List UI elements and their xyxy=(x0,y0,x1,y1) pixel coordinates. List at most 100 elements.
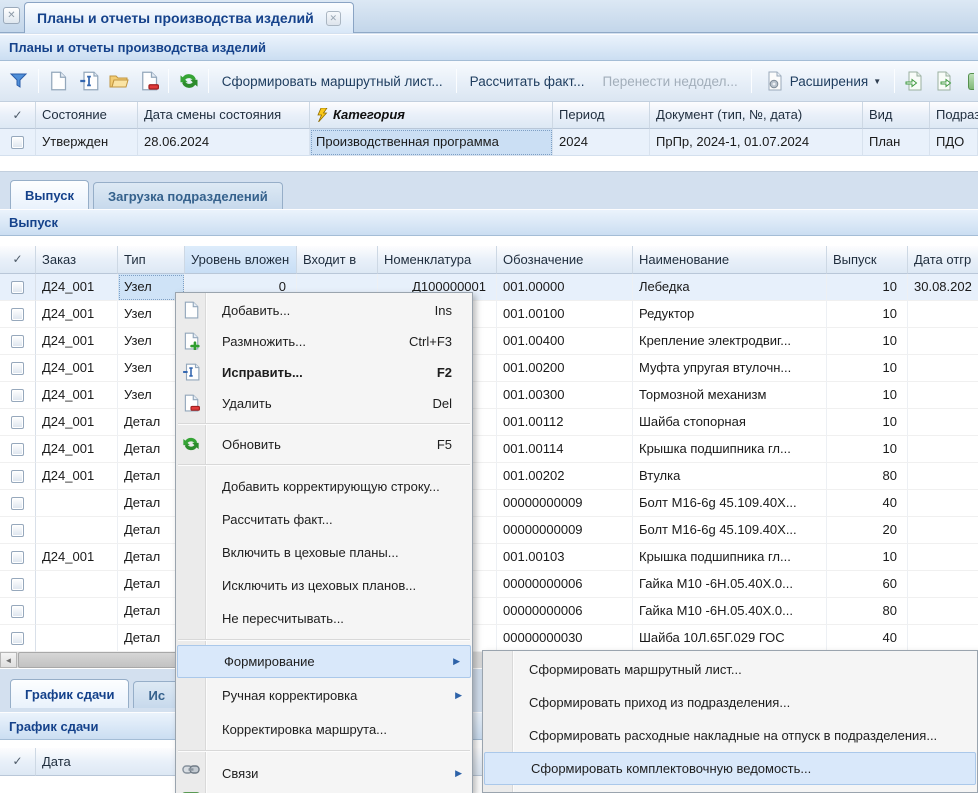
delete-record-button[interactable] xyxy=(137,68,161,95)
menu-item[interactable] xyxy=(176,419,472,429)
menu-item-shortcut: Del xyxy=(432,396,452,411)
table-row[interactable]: Детал 00000000009 Болт М16-6g 45.109.40Х… xyxy=(0,490,978,517)
menu-item[interactable] xyxy=(176,746,472,756)
row-checkbox[interactable] xyxy=(0,490,36,517)
row-checkbox[interactable] xyxy=(0,625,36,652)
submenu-item[interactable]: Сформировать маршрутный лист... xyxy=(483,653,977,686)
table-row[interactable]: Детал 00000000006 Гайка М10 -6Н.05.40Х.0… xyxy=(0,571,978,598)
row-checkbox[interactable] xyxy=(0,544,36,571)
import-button[interactable] xyxy=(932,68,956,95)
column-header-state[interactable]: Состояние xyxy=(36,102,138,129)
extensions-button[interactable]: Расширения ▼ xyxy=(756,66,890,96)
column-header-period[interactable]: Период xyxy=(553,102,650,129)
table-row[interactable]: Д24_001 Узел 001.00100 Редуктор 10 xyxy=(0,301,978,328)
row-checkbox[interactable] xyxy=(0,328,36,355)
row-checkbox[interactable] xyxy=(0,463,36,490)
column-header-order[interactable]: Заказ xyxy=(36,246,118,274)
table-row[interactable]: Д24_001 Детал 001.00202 Втулка 80 xyxy=(0,463,978,490)
add-record-button[interactable] xyxy=(46,68,70,95)
name-cell: Болт М16-6g 45.109.40Х... xyxy=(633,517,827,544)
tab-plans-reports[interactable]: Планы и отчеты производства изделий ✕ xyxy=(24,2,354,33)
name-cell: Шайба 10Л.65Г.029 ГОС xyxy=(633,625,827,652)
row-checkbox[interactable] xyxy=(0,409,36,436)
submenu-item[interactable]: Сформировать комплектовочную ведомость..… xyxy=(484,752,976,785)
column-header-name[interactable]: Наименование xyxy=(633,246,827,274)
menu-item[interactable]: Исключить из цеховых планов... xyxy=(176,569,472,602)
menu-item[interactable]: Исправить... F2 xyxy=(176,357,472,388)
row-checkbox[interactable] xyxy=(0,571,36,598)
export-button[interactable] xyxy=(902,68,926,95)
edit-record-button[interactable] xyxy=(77,68,101,95)
menu-item[interactable]: Удалить Del xyxy=(176,388,472,419)
column-header-type[interactable]: Тип xyxy=(118,246,185,274)
menu-item[interactable]: Обновить F5 xyxy=(176,429,472,460)
table-row[interactable]: Д24_001 Узел 001.00200 Муфта упругая вту… xyxy=(0,355,978,382)
row-checkbox[interactable] xyxy=(0,517,36,544)
panel-close-icon[interactable]: ✕ xyxy=(3,7,20,24)
table-row[interactable]: Д24_001 Детал 001.00114 Крышка подшипник… xyxy=(0,436,978,463)
row-checkbox[interactable] xyxy=(0,274,36,301)
table-row[interactable]: Д24_001 Детал 001.00103 Крышка подшипник… xyxy=(0,544,978,571)
table-row[interactable]: Детал 00000000030 Шайба 10Л.65Г.029 ГОС … xyxy=(0,625,978,652)
menu-item[interactable]: Размножить... Ctrl+F3 xyxy=(176,326,472,357)
table-row[interactable]: Д24_001 Узел 0 Д100000001 001.00000 Лебе… xyxy=(0,274,978,301)
column-header-department[interactable]: Подраз xyxy=(930,102,978,129)
column-header-state-date[interactable]: Дата смены состояния xyxy=(138,102,310,129)
column-header-document[interactable]: Документ (тип, №, дата) xyxy=(650,102,863,129)
menu-item[interactable] xyxy=(176,635,472,645)
table-row[interactable]: Детал 00000000009 Болт М16-6g 45.109.40Х… xyxy=(0,517,978,544)
submenu-item[interactable]: Сформировать расходные накладные на отпу… xyxy=(483,719,977,752)
column-header-kind[interactable]: Вид xyxy=(863,102,930,129)
select-all-header[interactable]: ✓ xyxy=(0,748,36,776)
row-checkbox[interactable] xyxy=(0,301,36,328)
tab-close-icon[interactable]: ✕ xyxy=(326,11,341,26)
row-checkbox[interactable] xyxy=(0,436,36,463)
ship-date-cell: 30.08.202 xyxy=(908,274,978,301)
tab-output[interactable]: Выпуск xyxy=(10,180,89,209)
menu-item[interactable]: Добавить... Ins xyxy=(176,295,472,326)
form-route-sheet-button[interactable]: Сформировать маршрутный лист... xyxy=(213,69,452,94)
clipped-toolbar-icon[interactable] xyxy=(968,73,974,90)
row-checkbox[interactable] xyxy=(0,355,36,382)
calc-fact-button[interactable]: Рассчитать факт... xyxy=(461,69,594,94)
table-row[interactable]: Д24_001 Узел 001.00400 Крепление электро… xyxy=(0,328,978,355)
column-header-output-qty[interactable]: Выпуск xyxy=(827,246,908,274)
row-checkbox[interactable] xyxy=(0,382,36,409)
column-header-parent[interactable]: Входит в xyxy=(297,246,378,274)
table-row[interactable]: Д24_001 Узел 001.00300 Тормозной механиз… xyxy=(0,382,978,409)
column-header-ship-date[interactable]: Дата отгр xyxy=(908,246,978,274)
menu-item-label: Размножить... xyxy=(222,334,397,349)
select-all-header[interactable]: ✓ xyxy=(0,102,36,129)
menu-item[interactable]: Формирование ▶ xyxy=(177,645,471,678)
submenu-item[interactable]: Сформировать xyxy=(483,785,977,793)
menu-item-label: Обновить xyxy=(222,437,425,452)
select-all-header[interactable]: ✓ xyxy=(0,246,36,274)
menu-item[interactable]: Не пересчитывать... xyxy=(176,602,472,635)
menu-item[interactable]: Добавить корректирующую строку... xyxy=(176,470,472,503)
tab-department-load[interactable]: Загрузка подразделений xyxy=(93,182,283,209)
menu-item[interactable]: Рассчитать факт... xyxy=(176,503,472,536)
row-checkbox[interactable] xyxy=(0,129,36,156)
column-header-category[interactable]: Категория xyxy=(310,102,553,129)
menu-item[interactable]: Корректировка маршрута... xyxy=(176,712,472,746)
tab-delivery-schedule[interactable]: График сдачи xyxy=(10,679,129,708)
menu-item[interactable]: Включить в цеховые планы... xyxy=(176,536,472,569)
column-header-designation[interactable]: Обозначение xyxy=(497,246,633,274)
menu-item[interactable] xyxy=(176,460,472,470)
menu-item[interactable]: Ручная корректировка ▶ xyxy=(176,678,472,712)
refresh-button[interactable] xyxy=(176,68,200,95)
plans-row[interactable]: Утвержден 28.06.2024 Производственная пр… xyxy=(0,129,978,156)
column-header-nomenclature[interactable]: Номенклатура xyxy=(378,246,497,274)
table-row[interactable]: Детал 00000000006 Гайка М10 -6Н.05.40Х.0… xyxy=(0,598,978,625)
scroll-left-icon[interactable]: ◄ xyxy=(0,652,17,668)
table-row[interactable]: Д24_001 Детал 001.00112 Шайба стопорная … xyxy=(0,409,978,436)
row-checkbox[interactable] xyxy=(0,598,36,625)
open-folder-button[interactable] xyxy=(107,68,131,95)
filter-button[interactable] xyxy=(7,68,31,95)
column-header-nesting-level[interactable]: Уровень вложен xyxy=(185,246,297,274)
kind-cell: План xyxy=(863,129,930,156)
ship-date-cell xyxy=(908,571,978,598)
menu-item[interactable]: Связи ▶ xyxy=(176,756,472,790)
designation-cell: 001.00103 xyxy=(497,544,633,571)
submenu-item[interactable]: Сформировать приход из подразделения... xyxy=(483,686,977,719)
